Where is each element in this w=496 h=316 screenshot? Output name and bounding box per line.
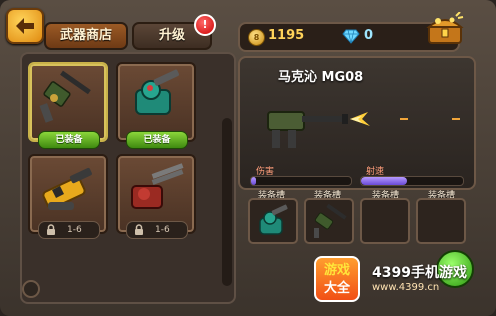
weapon-detail-panel: 马克沁 MG08 伤害 射速 [238, 56, 476, 190]
game-screen: 武器商店 升级 ! 8 1195 0 已装备 已装备 1-6 1-6 马克沁 M… [0, 0, 496, 316]
equipped-badge: 已装备 [126, 131, 188, 149]
fire-rate-bar-fill [361, 177, 407, 185]
yellow-cannon-icon [42, 167, 92, 210]
decorative-bolt-icon [22, 280, 40, 298]
damage-bar-fill [251, 177, 256, 185]
locked-level-bar: 1-6 [126, 221, 188, 239]
weapon-card-green-turret[interactable]: 已装备 [116, 62, 196, 149]
weapon-list-scrollbar[interactable] [222, 118, 232, 286]
weapon-preview-machine-gun-icon [267, 111, 370, 148]
bullet-tracer [400, 118, 408, 120]
green-turret-icon [259, 204, 288, 235]
watermark-logo: 游戏 大全 [314, 256, 360, 302]
back-button[interactable] [6, 8, 44, 44]
equip-slot-2[interactable] [304, 198, 354, 244]
upgrade-alert-badge: ! [194, 14, 216, 36]
level-range: 1-6 [155, 225, 170, 235]
weapon-card-machine-gun[interactable]: 已装备 [28, 62, 108, 149]
machine-gun-icon [39, 70, 91, 123]
equipped-badge: 已装备 [38, 131, 100, 149]
weapon-card-yellow-cannon[interactable]: 1-6 [28, 154, 108, 239]
back-arrow-icon [16, 18, 34, 34]
equip-slot-3[interactable] [360, 198, 410, 244]
equip-slot-4[interactable] [416, 198, 466, 244]
watermark-site: 4399手机游戏 [372, 265, 467, 281]
bullet-tracer [452, 118, 460, 120]
weapon-name: 马克沁 MG08 [278, 70, 364, 85]
level-range: 1-6 [67, 225, 82, 235]
red-gatling-icon [131, 163, 184, 209]
machine-gun-icon [314, 203, 347, 238]
logo-line1: 游戏 [323, 263, 350, 278]
equip-slot-1[interactable] [248, 198, 298, 244]
tab-weapon-shop[interactable]: 武器商店 [44, 22, 128, 50]
diamond-icon [342, 29, 360, 44]
weapon-card-red-gatling[interactable]: 1-6 [116, 154, 196, 239]
coin-amount: 1195 [268, 28, 305, 43]
fire-rate-bar [360, 176, 464, 186]
coin-icon: 8 [248, 29, 265, 46]
lock-icon [135, 224, 143, 235]
green-turret-icon [135, 69, 179, 115]
damage-bar [250, 176, 352, 186]
lock-icon [47, 224, 55, 235]
gem-amount: 0 [364, 28, 374, 43]
treasure-chest-icon[interactable] [426, 12, 464, 46]
locked-level-bar: 1-6 [38, 221, 100, 239]
logo-line2: 大全 [323, 281, 350, 296]
watermark-url: www.4399.cn [372, 282, 440, 293]
